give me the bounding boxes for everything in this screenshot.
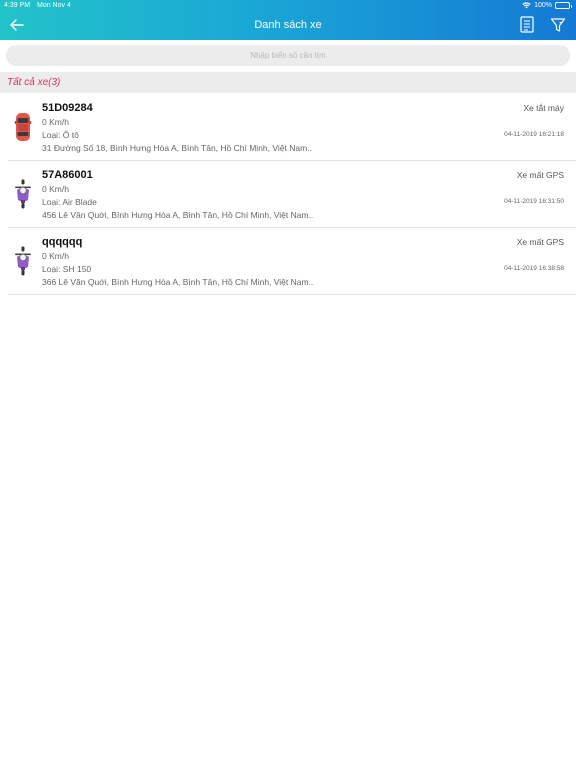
search-input[interactable] [6,45,570,66]
vehicle-row[interactable]: 51D09284 0 Km/h Loại: Ô tô 31 Đường Số 1… [8,94,576,161]
vehicle-type: Loại: Ô tô [42,130,79,140]
battery-icon [555,2,572,9]
vehicle-plate: 57A86001 [42,169,93,181]
vehicle-list: 51D09284 0 Km/h Loại: Ô tô 31 Đường Số 1… [0,94,576,295]
vehicle-timestamp: 04-11-2019 16:21:18 [504,131,564,138]
car-icon [13,112,33,142]
vehicle-speed: 0 Km/h [42,251,69,261]
status-right: 100% [522,0,572,11]
filter-button[interactable] [550,17,566,33]
list-view-button[interactable] [520,16,534,33]
vehicle-status: Xe mất GPS [516,170,564,180]
document-list-icon [520,16,534,33]
status-bar: 4:39 PM Mon Nov 4 100% [0,0,576,11]
vehicle-plate: qqqqqq [42,236,83,248]
battery-percent: 100% [534,2,552,9]
vehicle-row[interactable]: 57A86001 0 Km/h Loại: Air Blade 456 Lê V… [8,161,576,228]
vehicle-timestamp: 04-11-2019 16:38:58 [504,265,564,272]
vehicle-address: 366 Lê Văn Quới, Bình Hưng Hòa A, Bình T… [42,277,314,287]
app-header: 4:39 PM Mon Nov 4 100% Danh sách xe [0,0,576,40]
filter-icon [550,18,566,32]
vehicle-speed: 0 Km/h [42,117,69,127]
wifi-icon [522,2,531,9]
search-bar [6,45,570,66]
motorbike-icon [13,246,33,276]
section-header: Tất cả xe(3) [0,72,576,93]
vehicle-type: Loại: Air Blade [42,197,97,207]
vehicle-address: 456 Lê Văn Quới, Bình Hưng Hòa A, Bình T… [42,210,314,220]
motorbike-icon [13,179,33,209]
status-time: 4:39 PM [4,2,31,9]
vehicle-speed: 0 Km/h [42,184,69,194]
vehicle-status: Xe mất GPS [516,237,564,247]
vehicle-plate: 51D09284 [42,102,93,114]
page-title: Danh sách xe [254,19,322,31]
vehicle-type: Loại: SH 150 [42,264,92,274]
section-label: Tất cả xe(3) [7,77,61,88]
status-date: Mon Nov 4 [37,2,71,9]
vehicle-timestamp: 04-11-2019 16:31:50 [504,198,564,205]
vehicle-status: Xe tắt máy [523,103,564,113]
vehicle-address: 31 Đường Số 18, Bình Hưng Hòa A, Bình Tâ… [42,143,312,153]
vehicle-row[interactable]: qqqqqq 0 Km/h Loại: SH 150 366 Lê Văn Qu… [8,228,576,295]
